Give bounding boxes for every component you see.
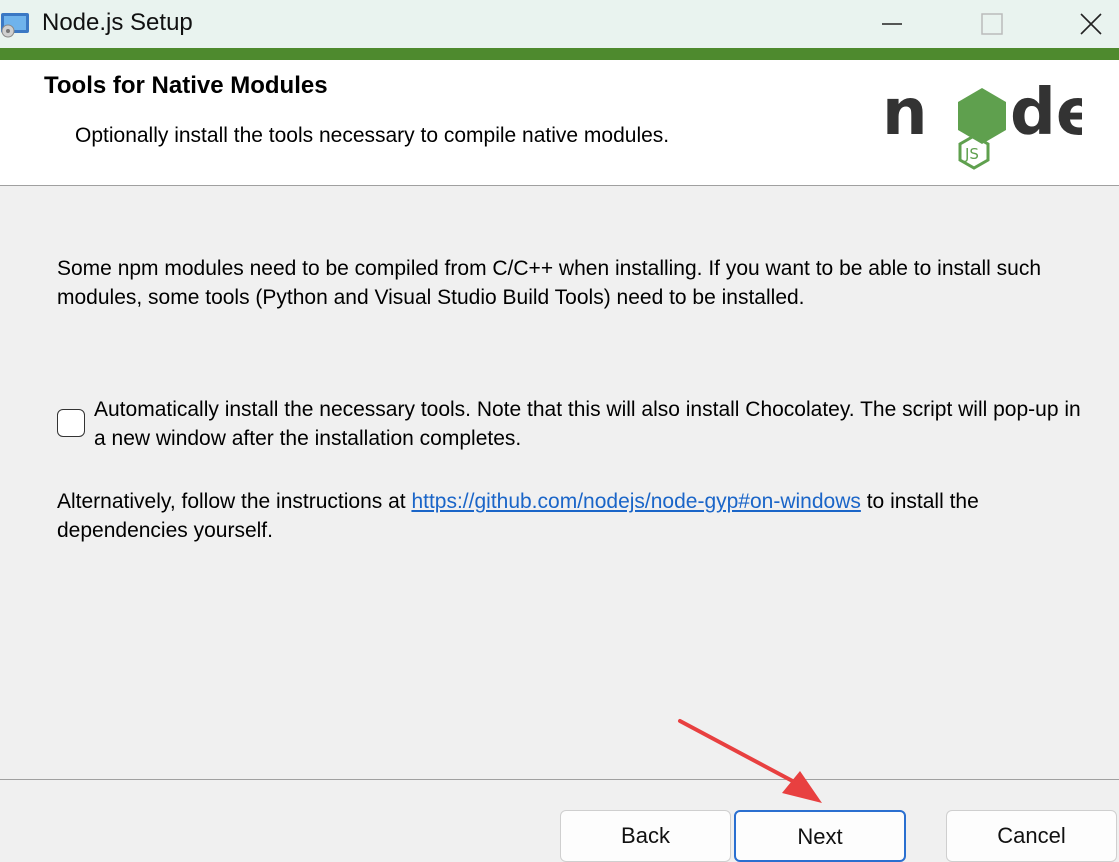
minimize-icon [882,23,902,25]
window-title: Node.js Setup [42,9,193,36]
node-gyp-link[interactable]: https://github.com/nodejs/node-gyp#on-wi… [411,490,860,513]
header-panel: Tools for Native Modules Optionally inst… [0,60,1119,186]
svg-text:JS: JS [964,145,979,163]
title-bar: Node.js Setup [0,0,1119,48]
close-icon [1079,13,1102,35]
next-button[interactable]: Next [734,810,906,862]
minimize-button[interactable] [852,0,932,48]
alternative-prefix: Alternatively, follow the instructions a… [57,490,412,513]
cancel-button[interactable]: Cancel [946,810,1117,862]
maximize-button[interactable] [952,0,1032,48]
page-title: Tools for Native Modules [44,72,328,99]
page-subtitle: Optionally install the tools necessary t… [75,124,670,147]
description-text: Some npm modules need to be compiled fro… [57,257,1042,309]
annotation-arrow [678,719,822,803]
auto-install-checkbox[interactable] [57,409,85,437]
maximize-icon [981,13,1003,35]
svg-text:de: de [1010,76,1082,150]
svg-text:n: n [882,76,928,150]
auto-install-label[interactable]: Automatically install the necessary tool… [94,395,1094,453]
back-button[interactable]: Back [560,810,731,862]
close-button[interactable] [1062,0,1119,48]
footer-divider [0,779,1119,780]
alternative-instructions: Alternatively, follow the instructions a… [57,487,1097,545]
installer-app-icon [1,13,29,38]
nodejs-logo: n de JS [882,76,1082,170]
accent-bar [0,48,1119,60]
